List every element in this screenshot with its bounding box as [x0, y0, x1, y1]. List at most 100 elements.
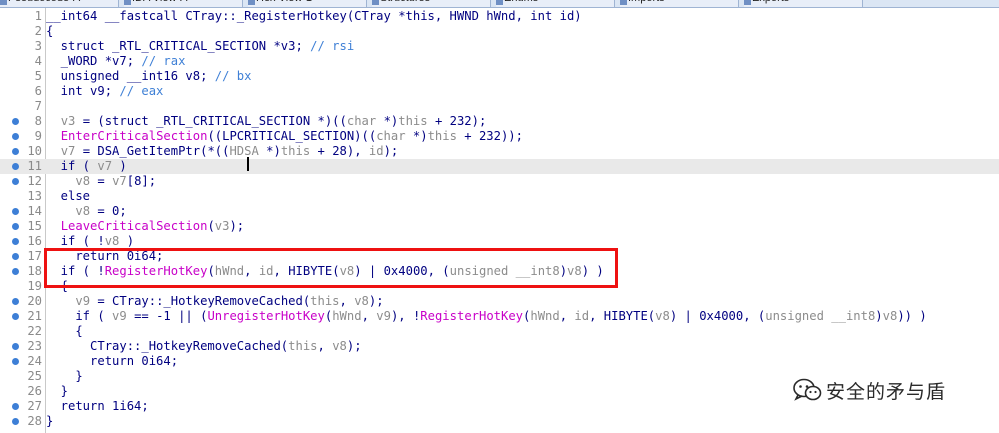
tab-strip: Pseudocode-A×IDA View-A×Hex View-1×Struc…	[0, 0, 999, 8]
annotation-highlight-box	[44, 248, 618, 288]
tab-icon	[124, 0, 131, 5]
tab-label: Hex View-1	[256, 0, 312, 4]
code-text: unsigned __int16 v8; // bx	[46, 69, 252, 83]
line-number: 12	[27, 174, 42, 188]
line-number: 22	[27, 324, 42, 338]
code-line[interactable]: 11 if ( v7 )	[0, 159, 999, 174]
tab-label: IDA View-A	[132, 0, 187, 4]
breakpoint-dot-icon[interactable]	[12, 403, 19, 410]
close-icon[interactable]: ×	[232, 0, 238, 3]
code-line[interactable]: 16 if ( !v8 )	[0, 234, 999, 249]
code-line[interactable]: 4 _WORD *v7; // rax	[0, 54, 999, 69]
tab-ida-view-a[interactable]: IDA View-A ×	[124, 0, 243, 7]
breakpoint-dot-icon[interactable]	[12, 223, 19, 230]
code-line[interactable]: 7	[0, 99, 999, 114]
breakpoint-dot-icon[interactable]	[12, 418, 19, 425]
line-number: 2	[34, 24, 42, 38]
code-text: {	[46, 324, 83, 338]
code-line[interactable]: 1 __int64 __fastcall CTray::_RegisterHotk…	[0, 9, 999, 24]
code-line[interactable]: 6 int v9; // eax	[0, 84, 999, 99]
code-line[interactable]: 9 EnterCriticalSection((LPCRITICAL_SECTI…	[0, 129, 999, 144]
code-text: __int64 __fastcall CTray::_RegisterHotke…	[46, 9, 582, 23]
line-number: 17	[27, 249, 42, 263]
line-number: 25	[27, 369, 42, 383]
tab-exports[interactable]: Exports ×	[744, 0, 863, 7]
breakpoint-dot-icon[interactable]	[12, 178, 19, 185]
tab-structures[interactable]: Structures ×	[372, 0, 491, 7]
tab-pseudocode-a[interactable]: Pseudocode-A ×	[0, 0, 119, 7]
line-number: 3	[34, 39, 42, 53]
code-text: v9 = CTray::_HotkeyRemoveCached(this, v8…	[75, 294, 384, 308]
breakpoint-dot-icon[interactable]	[12, 163, 19, 170]
code-line[interactable]: 5 unsigned __int16 v8; // bx	[0, 69, 999, 84]
code-line[interactable]: 15 LeaveCriticalSection(v3);	[0, 219, 999, 234]
breakpoint-dot-icon[interactable]	[12, 118, 19, 125]
line-number: 8	[34, 114, 42, 128]
code-text: }	[46, 414, 54, 428]
code-line[interactable]: 21 if ( v9 == -1 || (UnregisterHotKey(hW…	[0, 309, 999, 324]
breakpoint-dot-icon[interactable]	[12, 148, 19, 155]
code-text: EnterCriticalSection((LPCRITICAL_SECTION…	[60, 129, 523, 143]
line-number: 14	[27, 204, 42, 218]
code-line[interactable]: 3 struct _RTL_CRITICAL_SECTION *v3; // r…	[0, 39, 999, 54]
line-number: 11	[27, 159, 42, 173]
wechat-icon	[793, 378, 822, 401]
code-text: }	[46, 369, 83, 383]
line-number: 16	[27, 234, 42, 248]
breakpoint-dot-icon[interactable]	[12, 133, 19, 140]
line-number: 28	[27, 414, 42, 428]
code-text: v7 = DSA_GetItemPtr(*((HDSA *)this + 28)…	[60, 144, 399, 158]
tab-icon	[248, 0, 255, 5]
tab-icon	[372, 0, 379, 5]
tab-enums[interactable]: Enums ×	[496, 0, 615, 7]
close-icon[interactable]: ×	[480, 0, 486, 3]
line-number: 26	[27, 384, 42, 398]
code-text: v8 = v7[8];	[75, 174, 157, 188]
breakpoint-dot-icon[interactable]	[12, 358, 19, 365]
breakpoint-dot-icon[interactable]	[12, 238, 19, 245]
line-number: 6	[34, 84, 42, 98]
line-number: 24	[27, 354, 42, 368]
code-line[interactable]: 13 else	[0, 189, 999, 204]
close-icon[interactable]: ×	[108, 0, 114, 3]
code-line[interactable]: 12 v8 = v7[8];	[0, 174, 999, 189]
code-line[interactable]: 10 v7 = DSA_GetItemPtr(*((HDSA *)this + …	[0, 144, 999, 159]
close-icon[interactable]: ×	[728, 0, 734, 3]
code-line[interactable]: 28}	[0, 414, 999, 429]
code-text: v3 = (struct _RTL_CRITICAL_SECTION *)((c…	[60, 114, 487, 128]
code-line[interactable]: 14 v8 = 0;	[0, 204, 999, 219]
line-number: 7	[34, 99, 42, 113]
breakpoint-dot-icon[interactable]	[12, 313, 19, 320]
code-text: int v9; // eax	[46, 84, 164, 98]
close-icon[interactable]: ×	[604, 0, 610, 3]
code-line[interactable]: 2{	[0, 24, 999, 39]
tab-icon	[496, 0, 503, 5]
line-number: 5	[34, 69, 42, 83]
breakpoint-dot-icon[interactable]	[12, 298, 19, 305]
close-icon[interactable]: ×	[356, 0, 362, 3]
breakpoint-dot-icon[interactable]	[12, 208, 19, 215]
tab-icon	[0, 0, 7, 5]
line-number: 4	[34, 54, 42, 68]
code-line[interactable]: 24 return 0i64;	[0, 354, 999, 369]
code-line[interactable]: 20 v9 = CTray::_HotkeyRemoveCached(this,…	[0, 294, 999, 309]
code-line[interactable]: 23 CTray::_HotkeyRemoveCached(this, v8);	[0, 339, 999, 354]
code-text: _WORD *v7; // rax	[46, 54, 186, 68]
code-line[interactable]: 22 {	[0, 324, 999, 339]
line-number: 21	[27, 309, 42, 323]
code-text: {	[46, 24, 54, 38]
breakpoint-dot-icon[interactable]	[12, 253, 19, 260]
close-icon[interactable]: ×	[852, 0, 858, 3]
code-line[interactable]: 8 v3 = (struct _RTL_CRITICAL_SECTION *)(…	[0, 114, 999, 129]
line-number: 15	[27, 219, 42, 233]
breakpoint-dot-icon[interactable]	[12, 343, 19, 350]
tab-hex-view-1[interactable]: Hex View-1 ×	[248, 0, 367, 7]
code-text: }	[46, 384, 69, 398]
code-text: else	[46, 189, 91, 203]
code-text: v8 = 0;	[75, 204, 127, 218]
code-text: if ( v7 )	[46, 159, 127, 173]
breakpoint-dot-icon[interactable]	[12, 268, 19, 275]
tab-imports[interactable]: Imports ×	[620, 0, 739, 7]
code-text: CTray::_HotkeyRemoveCached(this, v8);	[46, 339, 362, 353]
code-text: struct _RTL_CRITICAL_SECTION *v3; // rsi	[46, 39, 355, 53]
